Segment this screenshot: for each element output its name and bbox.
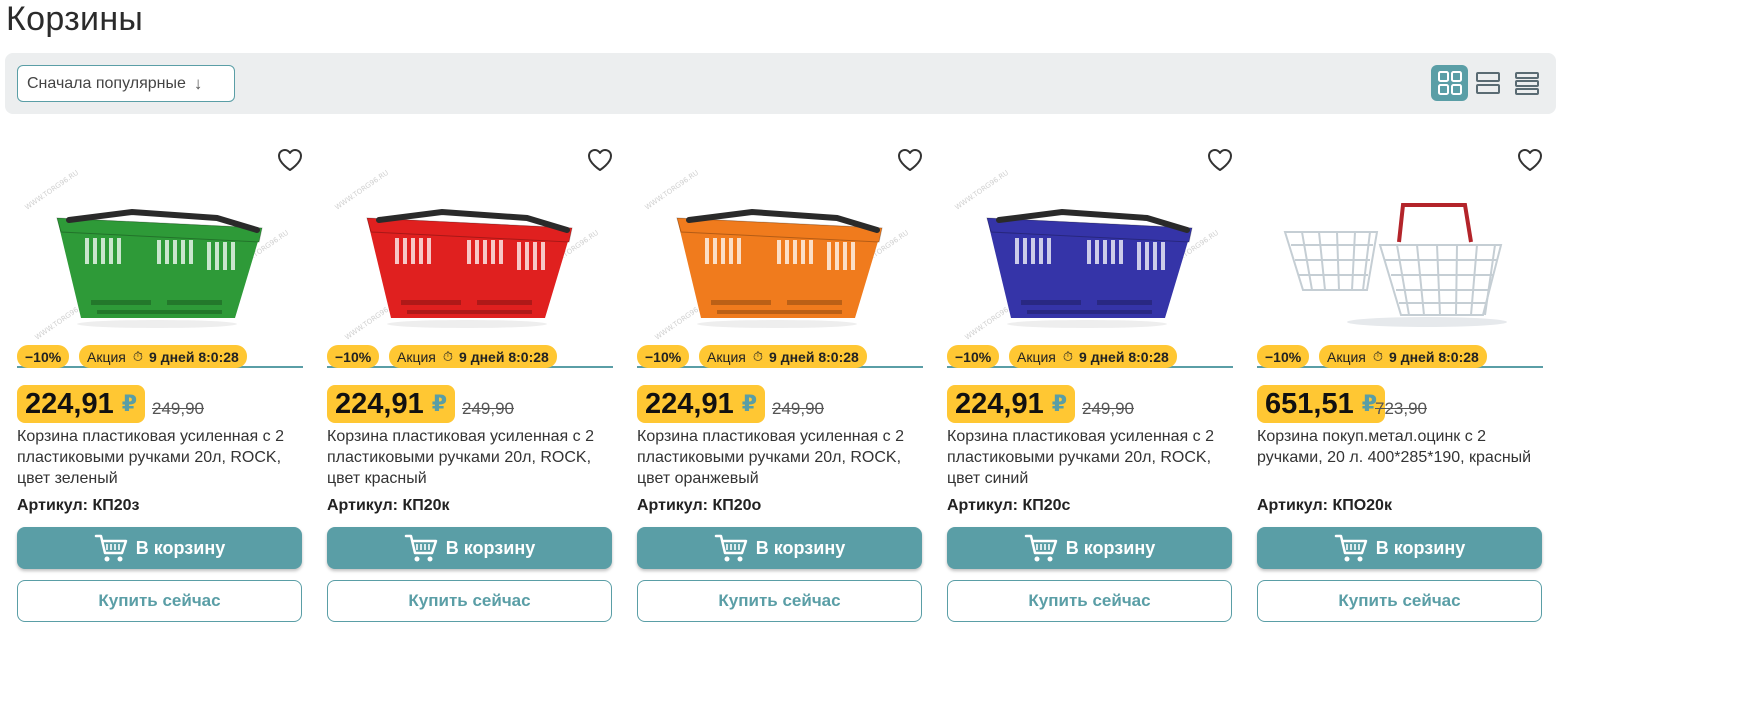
page-title: Корзины [6, 0, 144, 38]
old-price: 249,90 [462, 399, 514, 418]
cart-icon [1024, 534, 1058, 562]
svg-text:WWW.TORG96.RU: WWW.TORG96.RU [24, 169, 81, 212]
buy-now-button[interactable]: Купить сейчас [1257, 580, 1542, 622]
current-price: 224,91 ₽ [947, 385, 1076, 423]
catalog-toolbar: Сначала популярные ↓ [5, 53, 1556, 114]
promo-timer: 9 дней 8:0:28 [459, 348, 549, 365]
discount-badge: −10% [947, 345, 1000, 368]
cart-icon [1334, 534, 1368, 562]
product-card[interactable]: WWW.TORG96.RU WWW.TORG96.RU WWW.TORG96.R… [327, 140, 613, 640]
sku: Артикул: КП20о [637, 497, 762, 514]
product-name-link[interactable]: Корзина покуп.метал.оцинк с 2 ручками, 2… [1257, 426, 1543, 468]
promo-badge: Акция ⏱ 9 дней 8:0:28 [1319, 345, 1487, 368]
favorite-heart-icon[interactable] [587, 148, 613, 172]
timer-icon: ⏱ [752, 348, 764, 364]
product-card[interactable]: −10% Акция ⏱ 9 дней 8:0:28 651,51 ₽ 723,9… [1257, 140, 1543, 640]
promo-timer: 9 дней 8:0:28 [1079, 348, 1169, 365]
list-view-button[interactable] [1508, 65, 1545, 101]
promo-badge: Акция ⏱ 9 дней 8:0:28 [699, 345, 867, 368]
promo-timer: 9 дней 8:0:28 [1389, 348, 1479, 365]
buy-now-button[interactable]: Купить сейчас [327, 580, 612, 622]
current-price: 224,91 ₽ [327, 385, 456, 423]
promo-timer: 9 дней 8:0:28 [149, 348, 239, 365]
old-price: 249,90 [772, 399, 824, 418]
svg-text:WWW.TORG96.RU: WWW.TORG96.RU [954, 169, 1011, 212]
sort-arrow-icon: ↓ [193, 73, 203, 93]
timer-icon: ⏱ [132, 348, 144, 364]
product-image-wrapper[interactable]: WWW.TORG96.RU WWW.TORG96.RU WWW.TORG96.R… [947, 150, 1233, 365]
sort-label: Сначала популярные [27, 74, 186, 92]
discount-badge: −10% [1257, 345, 1310, 368]
current-price: 224,91 ₽ [637, 385, 766, 423]
cart-icon [714, 534, 748, 562]
promo-label: Акция [1327, 348, 1366, 365]
promo-badge: Акция ⏱ 9 дней 8:0:28 [389, 345, 557, 368]
cart-icon [404, 534, 438, 562]
product-image-wrapper[interactable] [1257, 150, 1543, 365]
discount-badge: −10% [17, 345, 70, 368]
buy-now-button[interactable]: Купить сейчас [947, 580, 1232, 622]
promo-label: Акция [1017, 348, 1056, 365]
rows-view-button[interactable] [1469, 65, 1506, 101]
favorite-heart-icon[interactable] [897, 148, 923, 172]
timer-icon: ⏱ [1062, 348, 1074, 364]
current-price: 651,51 ₽ [1257, 385, 1386, 423]
promo-label: Акция [707, 348, 746, 365]
svg-text:WWW.TORG96.RU: WWW.TORG96.RU [644, 169, 701, 212]
product-card[interactable]: WWW.TORG96.RU WWW.TORG96.RU WWW.TORG96.R… [637, 140, 923, 640]
sku: Артикул: КП20з [17, 497, 140, 514]
product-image-wrapper[interactable]: WWW.TORG96.RU WWW.TORG96.RU WWW.TORG96.R… [637, 150, 923, 365]
add-to-cart-button[interactable]: В корзину [637, 527, 922, 569]
current-price: 224,91 ₽ [17, 385, 146, 423]
product-card[interactable]: WWW.TORG96.RU WWW.TORG96.RU WWW.TORG96.R… [947, 140, 1233, 640]
add-to-cart-button[interactable]: В корзину [947, 527, 1232, 569]
grid-view-icon [1437, 71, 1462, 95]
ruble-icon: ₽ [431, 391, 448, 416]
product-image: WWW.TORG96.RU WWW.TORG96.RU WWW.TORG96.R… [334, 169, 601, 342]
sku: Артикул: КП20с [947, 497, 1071, 514]
buy-now-button[interactable]: Купить сейчас [17, 580, 302, 622]
sku: Артикул: КПО20к [1257, 497, 1392, 514]
old-price: 249,90 [1082, 399, 1134, 418]
promo-badge: Акция ⏱ 9 дней 8:0:28 [1009, 345, 1177, 368]
rows-view-icon [1475, 72, 1500, 94]
cart-icon [94, 534, 128, 562]
timer-icon: ⏱ [442, 348, 454, 364]
sort-dropdown[interactable]: Сначала популярные ↓ [17, 65, 235, 102]
favorite-heart-icon[interactable] [277, 148, 303, 172]
product-name-link[interactable]: Корзина пластиковая усиленная с 2 пласти… [947, 426, 1233, 489]
product-image: WWW.TORG96.RU WWW.TORG96.RU WWW.TORG96.R… [954, 169, 1221, 342]
add-to-cart-button[interactable]: В корзину [327, 527, 612, 569]
discount-badge: −10% [637, 345, 690, 368]
promo-badge: Акция ⏱ 9 дней 8:0:28 [79, 345, 247, 368]
ruble-icon: ₽ [1051, 391, 1068, 416]
svg-text:WWW.TORG96.RU: WWW.TORG96.RU [334, 169, 391, 212]
old-price: 723,90 [1375, 399, 1427, 418]
old-price: 249,90 [152, 399, 204, 418]
sku: Артикул: КП20к [327, 497, 450, 514]
product-image-wrapper[interactable]: WWW.TORG96.RU WWW.TORG96.RU WWW.TORG96.R… [17, 150, 303, 365]
promo-label: Акция [87, 348, 126, 365]
favorite-heart-icon[interactable] [1517, 148, 1543, 172]
favorite-heart-icon[interactable] [1207, 148, 1233, 172]
product-image: WWW.TORG96.RU WWW.TORG96.RU WWW.TORG96.R… [24, 169, 291, 342]
ruble-icon: ₽ [121, 391, 138, 416]
add-to-cart-button[interactable]: В корзину [1257, 527, 1542, 569]
list-view-icon [1514, 72, 1539, 95]
product-image [1283, 203, 1507, 327]
add-to-cart-button[interactable]: В корзину [17, 527, 302, 569]
grid-view-button[interactable] [1431, 65, 1468, 101]
product-name-link[interactable]: Корзина пластиковая усиленная с 2 пласти… [327, 426, 613, 489]
ruble-icon: ₽ [741, 391, 758, 416]
product-card[interactable]: WWW.TORG96.RU WWW.TORG96.RU WWW.TORG96.R… [17, 140, 303, 640]
timer-icon: ⏱ [1372, 348, 1384, 364]
buy-now-button[interactable]: Купить сейчас [637, 580, 922, 622]
product-name-link[interactable]: Корзина пластиковая усиленная с 2 пласти… [17, 426, 303, 489]
product-image: WWW.TORG96.RU WWW.TORG96.RU WWW.TORG96.R… [644, 169, 911, 342]
product-name-link[interactable]: Корзина пластиковая усиленная с 2 пласти… [637, 426, 923, 489]
promo-timer: 9 дней 8:0:28 [769, 348, 859, 365]
promo-label: Акция [397, 348, 436, 365]
discount-badge: −10% [327, 345, 380, 368]
product-image-wrapper[interactable]: WWW.TORG96.RU WWW.TORG96.RU WWW.TORG96.R… [327, 150, 613, 365]
